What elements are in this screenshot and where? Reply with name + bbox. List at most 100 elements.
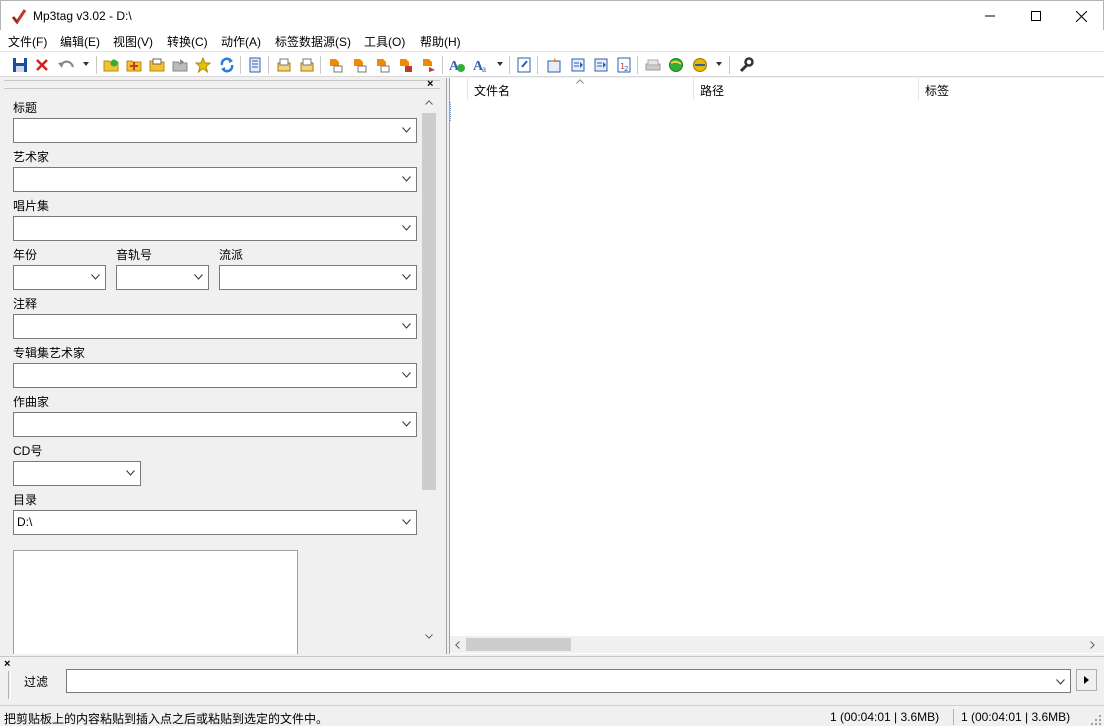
save-icon[interactable] — [10, 55, 30, 75]
change-directory-icon[interactable] — [101, 55, 121, 75]
file-list-hscrollbar[interactable] — [450, 636, 1104, 653]
favorite-icon[interactable] — [193, 55, 213, 75]
status-message: 把剪贴板上的内容粘贴到插入点之后或粘贴到选定的文件中。 — [4, 712, 329, 726]
chevron-down-icon[interactable] — [402, 372, 411, 378]
chevron-down-icon[interactable] — [194, 274, 203, 280]
artist-field[interactable] — [13, 167, 417, 192]
copy-tag-icon[interactable] — [297, 55, 317, 75]
filter-close-icon[interactable]: × — [4, 658, 10, 670]
chevron-down-icon[interactable] — [126, 470, 135, 476]
filter-input[interactable] — [66, 669, 1071, 693]
chevron-down-icon[interactable] — [1056, 679, 1065, 685]
refresh-icon[interactable] — [217, 55, 237, 75]
filter-apply-button[interactable] — [1076, 669, 1097, 691]
menu-tools[interactable]: 工具(O) — [364, 33, 405, 50]
undo-icon[interactable] — [56, 55, 76, 75]
column-tag-label: 标签 — [925, 84, 950, 98]
case-conversion-icon[interactable]: Aa — [471, 55, 491, 75]
album-field[interactable] — [13, 216, 417, 241]
tag-to-filename-icon[interactable] — [326, 55, 346, 75]
text-file-to-tag-icon[interactable] — [396, 55, 416, 75]
chevron-down-icon[interactable] — [402, 274, 411, 280]
menu-actions[interactable]: 动作(A) — [221, 33, 261, 50]
remove-tag-icon[interactable] — [32, 55, 52, 75]
export-csv-icon[interactable] — [591, 55, 611, 75]
comment-field[interactable] — [13, 314, 417, 339]
undo-dropdown-icon[interactable] — [83, 62, 89, 66]
genre-field[interactable] — [219, 265, 417, 290]
tag-panel-close-icon[interactable]: × — [427, 78, 433, 90]
options-icon[interactable] — [245, 55, 265, 75]
autonumber-icon[interactable]: A — [447, 55, 467, 75]
toolbar-separator — [637, 56, 638, 74]
tag-panel-header — [4, 80, 440, 89]
chevron-down-icon[interactable] — [402, 176, 411, 182]
chevron-down-icon[interactable] — [402, 421, 411, 427]
title-field[interactable] — [13, 118, 417, 143]
column-header-blank — [450, 78, 468, 100]
column-header-tag[interactable]: 标签 — [919, 78, 1104, 100]
composer-field[interactable] — [13, 412, 417, 437]
status-separator — [953, 709, 954, 725]
filename-to-filename-icon[interactable] — [373, 55, 393, 75]
disc-number-label: CD号 — [13, 444, 43, 458]
scrollbar-thumb[interactable] — [466, 638, 571, 651]
filter-grip[interactable] — [8, 671, 11, 699]
close-button[interactable] — [1058, 1, 1104, 31]
maximize-button[interactable] — [1013, 1, 1059, 31]
tag-sources-icon[interactable] — [690, 55, 710, 75]
scroll-right-icon[interactable] — [1090, 641, 1095, 649]
case-dropdown-icon[interactable] — [497, 62, 503, 66]
album-artist-field[interactable] — [13, 363, 417, 388]
menu-tag-sources[interactable]: 标签数据源(S) — [275, 33, 351, 50]
chevron-down-icon[interactable] — [402, 519, 411, 525]
scrollbar-thumb[interactable] — [422, 113, 436, 490]
toolbar-separator — [320, 56, 321, 74]
chevron-down-icon[interactable] — [91, 274, 100, 280]
export-html-icon[interactable] — [568, 55, 588, 75]
extended-tags-icon[interactable] — [514, 55, 534, 75]
status-total: 1 (00:04:01 | 3.6MB) — [961, 710, 1071, 724]
tag-panel-scrollbar[interactable] — [421, 96, 437, 654]
numbering-wizard-icon[interactable]: 12 — [614, 55, 634, 75]
toolbar-separator — [537, 56, 538, 74]
tag-to-tag-icon[interactable] — [419, 55, 439, 75]
column-header-filename[interactable]: 文件名 — [468, 78, 694, 100]
freedb-icon[interactable] — [643, 55, 663, 75]
column-header-path[interactable]: 路径 — [694, 78, 919, 100]
year-label: 年份 — [13, 248, 38, 262]
cover-art-box[interactable] — [13, 550, 298, 654]
menu-convert[interactable]: 转换(C) — [167, 33, 208, 50]
create-playlist-icon[interactable] — [544, 55, 564, 75]
menu-edit[interactable]: 编辑(E) — [60, 33, 100, 50]
directory-field[interactable]: D:\ — [13, 510, 417, 535]
menu-file[interactable]: 文件(F) — [8, 33, 47, 50]
track-label: 音轨号 — [116, 248, 153, 262]
cut-tag-icon[interactable] — [274, 55, 294, 75]
toolbar-separator — [268, 56, 269, 74]
add-directory-icon[interactable] — [124, 55, 144, 75]
track-field[interactable] — [116, 265, 209, 290]
filename-to-tag-icon[interactable] — [350, 55, 370, 75]
tag-sources-dropdown-icon[interactable] — [716, 62, 722, 66]
scroll-left-icon[interactable] — [455, 641, 460, 649]
year-field[interactable] — [13, 265, 106, 290]
resize-grip-icon[interactable] — [1090, 714, 1102, 726]
status-bar: 把剪贴板上的内容粘贴到插入点之后或粘贴到选定的文件中。 1 (00:04:01 … — [0, 705, 1104, 726]
menu-help[interactable]: 帮助(H) — [420, 33, 461, 50]
scroll-up-icon[interactable] — [425, 100, 433, 105]
minimize-button[interactable] — [967, 1, 1013, 31]
chevron-down-icon[interactable] — [402, 127, 411, 133]
open-playlist-icon[interactable] — [147, 55, 167, 75]
chevron-down-icon[interactable] — [402, 323, 411, 329]
disc-number-field[interactable] — [13, 461, 141, 486]
export-icon[interactable] — [170, 55, 190, 75]
menu-view[interactable]: 视图(V) — [113, 33, 153, 50]
web-source-icon[interactable] — [666, 55, 686, 75]
scroll-down-icon[interactable] — [425, 634, 433, 639]
album-artist-label: 专辑集艺术家 — [13, 346, 86, 360]
chevron-down-icon[interactable] — [402, 225, 411, 231]
title-label: 标题 — [13, 101, 38, 115]
comment-label: 注释 — [13, 297, 38, 311]
tools-wrench-icon[interactable] — [736, 55, 756, 75]
